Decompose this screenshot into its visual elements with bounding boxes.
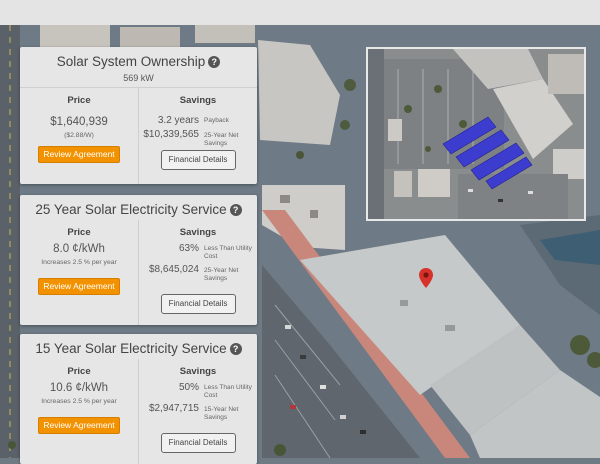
price-value: 8.0 ¢/kWh <box>53 243 105 255</box>
utility-savings-label: Less Than Utility Cost <box>204 384 252 399</box>
help-circle-icon[interactable]: ? <box>229 343 242 355</box>
price-value: $1,640,939 <box>50 116 108 128</box>
price-column: Price 10.6 ¢/kWh Increases 2.5 % per yea… <box>20 359 138 464</box>
payback-label: Payback <box>204 117 229 124</box>
price-column: Price 8.0 ¢/kWh Increases 2.5 % per year… <box>20 220 138 325</box>
help-circle-icon[interactable]: ? <box>208 56 221 68</box>
ownership-card: Solar System Ownership? 569 kW Price $1,… <box>20 47 257 184</box>
price-per-watt: ($2.88/W) <box>64 132 94 139</box>
card-title: Solar System Ownership? <box>20 47 257 69</box>
net-savings-value: $10,339,565 <box>143 129 199 140</box>
review-agreement-button[interactable]: Review Agreement <box>38 278 120 295</box>
savings-column: Savings 50% Less Than Utility Cost $2,947… <box>138 359 257 464</box>
financial-details-button[interactable]: Financial Details <box>160 150 236 170</box>
utility-savings-percent: 63% <box>178 243 199 254</box>
system-size: 569 kW <box>123 73 154 83</box>
ppa-25-year-card: 25 Year Solar Electricity Service? Price… <box>20 195 257 325</box>
card-title: 25 Year Solar Electricity Service? <box>20 195 257 217</box>
net-savings-value: $8,645,024 <box>148 264 199 275</box>
payback-value: 3.2 years <box>157 115 199 126</box>
financial-details-button[interactable]: Financial Details <box>160 433 236 453</box>
savings-heading: Savings <box>179 95 217 106</box>
net-savings-label: 25-Year Net Savings <box>204 132 239 147</box>
net-savings-value: $2,947,715 <box>148 403 199 414</box>
utility-savings-label: Less Than Utility Cost <box>204 245 252 260</box>
savings-heading: Savings <box>179 366 217 377</box>
savings-column: Savings 3.2 years Payback $10,339,565 25-Y… <box>138 88 257 184</box>
review-agreement-button[interactable]: Review Agreement <box>38 417 120 434</box>
price-escalator: Increases 2.5 % per year <box>41 259 117 266</box>
price-escalator: Increases 2.5 % per year <box>41 398 117 405</box>
map-marker-icon[interactable] <box>419 268 433 288</box>
savings-heading: Savings <box>179 227 217 238</box>
net-savings-label: 15-Year Net Savings <box>204 406 239 421</box>
preview-imagery <box>368 49 584 219</box>
price-heading: Price <box>67 227 91 238</box>
solar-layout-preview[interactable] <box>366 47 586 221</box>
price-column: Price $1,640,939 ($2.88/W) Review Agreem… <box>20 88 138 184</box>
top-bar <box>0 0 600 25</box>
ppa-15-year-card: 15 Year Solar Electricity Service? Price… <box>20 334 257 464</box>
net-savings-label: 25-Year Net Savings <box>204 267 239 282</box>
utility-savings-percent: 50% <box>178 382 199 393</box>
card-title: 15 Year Solar Electricity Service? <box>20 334 257 356</box>
help-circle-icon[interactable]: ? <box>229 204 242 216</box>
review-agreement-button[interactable]: Review Agreement <box>38 146 120 163</box>
price-value: 10.6 ¢/kWh <box>49 382 109 394</box>
price-heading: Price <box>67 95 91 106</box>
savings-column: Savings 63% Less Than Utility Cost $8,645… <box>138 220 257 325</box>
financial-details-button[interactable]: Financial Details <box>160 294 236 314</box>
price-heading: Price <box>67 366 91 377</box>
